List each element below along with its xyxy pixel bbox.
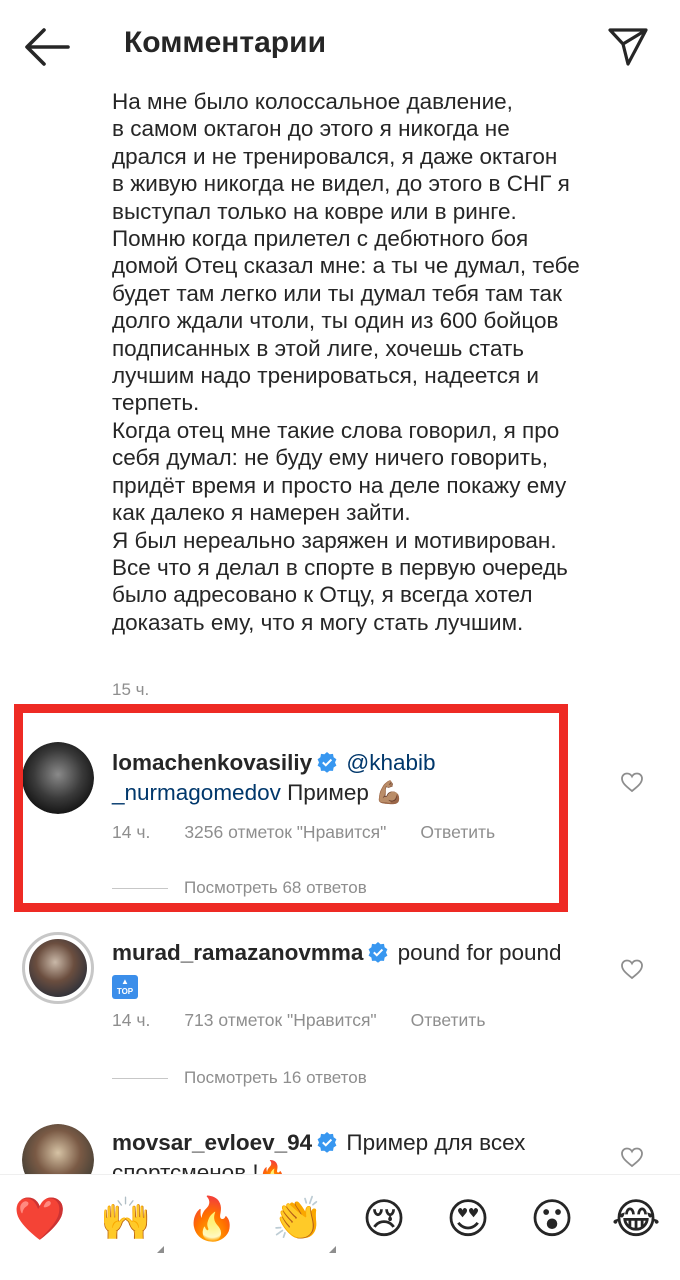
comment-username[interactable]: murad_ramazanovmma	[112, 940, 363, 965]
replies-divider	[112, 1078, 168, 1080]
highlight-frame	[14, 704, 568, 912]
crying-face-emoji-button[interactable]: 😢	[356, 1191, 412, 1247]
more-corner-icon	[157, 1246, 164, 1253]
comment-text: movsar_evloev_94 Пример для всех спортсм…	[112, 1128, 572, 1174]
comment-body: Пример для всех	[346, 1130, 526, 1155]
comment-text: murad_ramazanovmma pound for pound ▲ TOP	[112, 938, 572, 999]
heart-icon[interactable]	[620, 1146, 644, 1168]
raising-hands-emoji-button[interactable]: 🙌	[98, 1191, 164, 1253]
caption-timestamp: 15 ч.	[112, 680, 150, 699]
post-caption: На мне было колоссальное давление, в сам…	[112, 89, 580, 635]
red-heart-emoji-button[interactable]: ❤️	[12, 1191, 68, 1247]
fire-emoji-button[interactable]: 🔥	[184, 1191, 240, 1247]
comment-timestamp: 14 ч.	[112, 1010, 151, 1030]
top-bar: Комментарии	[0, 0, 680, 96]
surprised-face-emoji-button[interactable]: 😮	[524, 1191, 580, 1247]
avatar[interactable]	[22, 1124, 94, 1174]
comment-body: pound for pound	[397, 940, 562, 965]
top-arrow-icon: ▲ TOP	[112, 975, 138, 999]
top-badge-label: TOP	[116, 987, 134, 996]
view-replies-label: Посмотреть 16 ответов	[184, 1068, 367, 1087]
reply-button[interactable]: Ответить	[411, 1010, 486, 1030]
more-corner-icon	[329, 1246, 336, 1253]
comment-username[interactable]: movsar_evloev_94	[112, 1130, 312, 1155]
heart-icon[interactable]	[620, 958, 644, 980]
avatar[interactable]	[22, 932, 94, 1004]
tears-of-joy-emoji-button[interactable]: 😂	[608, 1191, 664, 1247]
raising-hands-emoji: 🙌	[99, 1194, 153, 1243]
back-arrow-icon[interactable]	[22, 24, 72, 70]
verified-badge-icon	[368, 942, 388, 963]
heart-eyes-emoji-button[interactable]: 😍	[440, 1191, 496, 1247]
comment-body-continued: спортсменов !🔥	[112, 1160, 287, 1174]
direct-share-icon[interactable]	[606, 24, 650, 68]
heart-icon[interactable]	[620, 771, 644, 793]
comment-likes-count[interactable]: 713 отметок "Нравится"	[184, 1010, 376, 1030]
emoji-reaction-bar: ❤️ 🙌 🔥 👏 😢 😍 😮 😂	[0, 1174, 680, 1280]
comment-meta: 14 ч. 713 отметок "Нравится" Ответить	[112, 1010, 485, 1031]
page-title: Комментарии	[124, 26, 327, 59]
comment-item: movsar_evloev_94 Пример для всех спортсм…	[0, 1124, 680, 1174]
clapping-hands-emoji-button[interactable]: 👏	[270, 1191, 336, 1253]
view-replies-button[interactable]: Посмотреть 16 ответов	[112, 1068, 367, 1088]
verified-badge-icon	[317, 1132, 337, 1153]
clapping-hands-emoji: 👏	[271, 1194, 325, 1243]
